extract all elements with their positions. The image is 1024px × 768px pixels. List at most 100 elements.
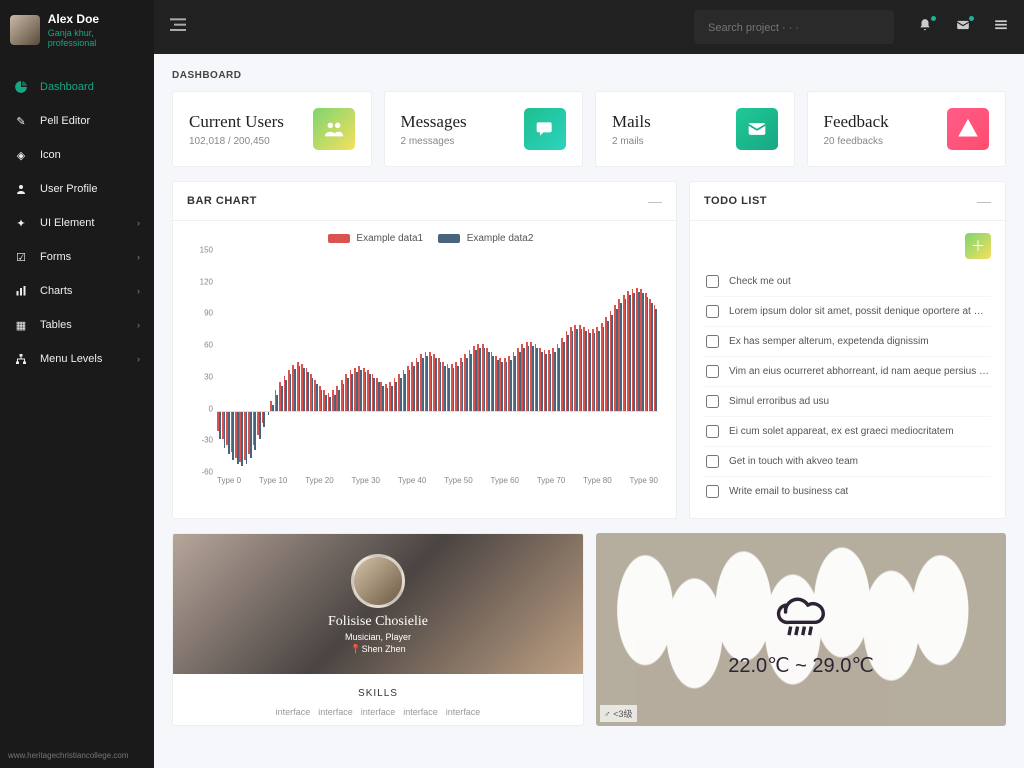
topbar [154, 0, 1024, 54]
card-texts: Messages 2 messages [401, 112, 467, 147]
chevron-right-icon: › [137, 286, 140, 296]
todo-label: Lorem ipsum dolor sit amet, possit deniq… [729, 306, 984, 317]
add-todo-button[interactable]: ＋ [965, 233, 991, 259]
card-feedback[interactable]: Feedback 20 feedbacks [807, 91, 1007, 167]
list-icon[interactable] [994, 18, 1008, 37]
avatar[interactable] [10, 15, 40, 45]
bar [655, 309, 657, 411]
breadcrumb: DASHBOARD [154, 54, 1024, 91]
mail-dot [969, 16, 974, 21]
skills-label: SKILLS [183, 688, 573, 699]
chart-wrap: 1501209060300-30-60 Type 0Type 10Type 20… [187, 250, 662, 490]
sidebar-item-tables[interactable]: ▦ Tables › [0, 308, 154, 342]
sidebar-item-label: User Profile [40, 183, 97, 195]
todo-label: Ei cum solet appareat, ex est graeci med… [729, 426, 954, 437]
menu-toggle-icon[interactable] [170, 18, 186, 37]
search-input[interactable] [708, 22, 880, 34]
todo-item[interactable]: Write email to business cat [704, 477, 991, 506]
check-icon: ☑ [14, 250, 28, 264]
card-mails[interactable]: Mails 2 mails [595, 91, 795, 167]
todo-checkbox[interactable] [706, 395, 719, 408]
bars-container [217, 258, 658, 472]
skill-tag: interface [276, 707, 311, 717]
weather-panel: 22.0℃ ~ 29.0℃ ♂ <3级 [596, 533, 1006, 726]
top-icons [918, 18, 1008, 37]
sidebar-item-forms[interactable]: ☑ Forms › [0, 240, 154, 274]
card-current-users[interactable]: Current Users 102,018 / 200,450 [172, 91, 372, 167]
x-tick: Type 90 [630, 476, 658, 490]
sidebar-item-dashboard[interactable]: Dashboard [0, 70, 154, 104]
users-icon [313, 108, 355, 150]
user-icon [14, 182, 28, 196]
todo-checkbox[interactable] [706, 485, 719, 498]
todo-item[interactable]: Ex has semper alterum, expetenda digniss… [704, 327, 991, 357]
minus-icon[interactable]: — [977, 193, 991, 209]
envelope-icon[interactable] [956, 18, 970, 37]
sidebar-item-user-profile[interactable]: User Profile [0, 172, 154, 206]
todo-item[interactable]: Ei cum solet appareat, ex est graeci med… [704, 417, 991, 447]
sidebar-item-label: Menu Levels [40, 353, 102, 365]
user-header: Alex Doe Ganja khur, professional [0, 0, 154, 60]
todo-checkbox[interactable] [706, 425, 719, 438]
bar-chart-panel: BAR CHART — Example data1 Example data2 … [172, 181, 677, 519]
y-tick: 0 [209, 404, 213, 413]
map-chip: ♂ <3级 [600, 705, 637, 722]
todo-item[interactable]: Lorem ipsum dolor sit amet, possit deniq… [704, 297, 991, 327]
panel-head: BAR CHART — [173, 182, 676, 221]
todo-checkbox[interactable] [706, 275, 719, 288]
todo-label: Get in touch with akveo team [729, 456, 858, 467]
card-sub: 102,018 / 200,450 [189, 136, 284, 147]
skills-section: SKILLS interfaceinterfaceinterfaceinterf… [173, 674, 583, 725]
sidebar-item-pell-editor[interactable]: ✎ Pell Editor [0, 104, 154, 138]
bell-icon[interactable] [918, 18, 932, 37]
chart-plot [217, 258, 658, 472]
x-tick: Type 0 [217, 476, 241, 490]
chart-icon [14, 284, 28, 298]
dashboard-icon [14, 80, 28, 94]
chevron-right-icon: › [137, 354, 140, 364]
todo-item[interactable]: Simul erroribus ad usu [704, 387, 991, 417]
y-tick: 90 [204, 309, 213, 318]
skill-tag: interface [361, 707, 396, 717]
weather-content: 22.0℃ ~ 29.0℃ [596, 533, 1006, 726]
sidebar-item-label: Pell Editor [40, 115, 90, 127]
x-tick: Type 20 [305, 476, 333, 490]
todo-checkbox[interactable] [706, 305, 719, 318]
todo-checkbox[interactable] [706, 455, 719, 468]
sidebar-item-label: Tables [40, 319, 72, 331]
legend-swatch-red [328, 234, 350, 243]
y-tick: -30 [201, 436, 213, 445]
profile-title: Musician, Player [345, 632, 411, 642]
panel-row: BAR CHART — Example data1 Example data2 … [154, 167, 1024, 519]
todo-checkbox[interactable] [706, 335, 719, 348]
profile-avatar[interactable] [351, 554, 405, 608]
panel-head: TODO LIST — [690, 182, 1005, 221]
todo-item[interactable]: Vim an eius ocurreret abhorreant, id nam… [704, 357, 991, 387]
minus-icon[interactable]: — [648, 193, 662, 209]
y-tick: -60 [201, 468, 213, 477]
sidebar-item-icon[interactable]: ◈ Icon [0, 138, 154, 172]
sidebar-item-charts[interactable]: Charts › [0, 274, 154, 308]
x-tick: Type 40 [398, 476, 426, 490]
sidebar-item-ui-element[interactable]: ✦ UI Element › [0, 206, 154, 240]
todo-panel: TODO LIST — ＋ Check me out Lorem ipsum do… [689, 181, 1006, 519]
todo-item[interactable]: Check me out [704, 267, 991, 297]
notification-dot [931, 16, 936, 21]
todo-item[interactable]: Get in touch with akveo team [704, 447, 991, 477]
todo-checkbox[interactable] [706, 365, 719, 378]
x-tick: Type 50 [444, 476, 472, 490]
chevron-right-icon: › [137, 218, 140, 228]
search-box[interactable] [694, 10, 894, 44]
card-messages[interactable]: Messages 2 messages [384, 91, 584, 167]
sidebar-item-menu-levels[interactable]: Menu Levels › [0, 342, 154, 376]
todo-label: Simul erroribus ad usu [729, 396, 829, 407]
panel-body: ＋ Check me out Lorem ipsum dolor sit amet… [690, 221, 1005, 518]
magic-icon: ✦ [14, 216, 28, 230]
rain-cloud-icon [766, 582, 836, 647]
card-texts: Feedback 20 feedbacks [824, 112, 889, 147]
user-texts: Alex Doe Ganja khur, professional [48, 12, 144, 48]
cards-row: Current Users 102,018 / 200,450 Messages… [154, 91, 1024, 167]
sidebar: Alex Doe Ganja khur, professional Dashbo… [0, 0, 154, 768]
nav: Dashboard ✎ Pell Editor ◈ Icon User Prof… [0, 70, 154, 376]
chevron-right-icon: › [137, 252, 140, 262]
